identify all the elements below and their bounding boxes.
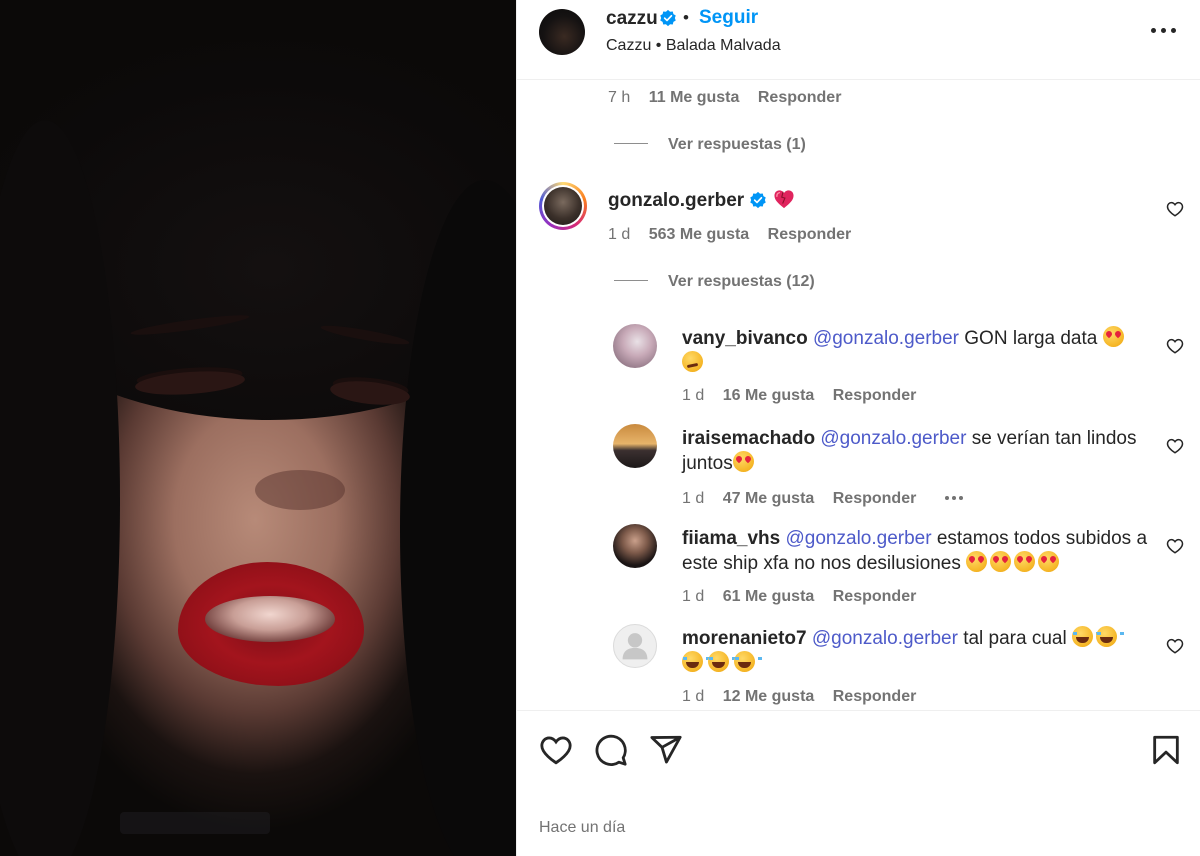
comment-body: gonzalo.gerber	[608, 188, 1078, 213]
reply-body: vany_bivanco @gonzalo.gerber GON larga d…	[682, 326, 1152, 376]
comment-time: 7 h	[608, 89, 631, 106]
view-replies-button[interactable]: Ver respuestas (1)	[614, 136, 806, 154]
post-panel: cazzu • Seguir Cazzu • Balada Malvada 7 …	[516, 0, 1200, 856]
heart-eyes-emoji-icon	[966, 551, 988, 572]
reply-text: GON larga data	[964, 328, 1098, 349]
heart-emoji-icon	[774, 190, 794, 209]
divider-line	[614, 143, 648, 144]
reply-likes[interactable]: 12 Me gusta	[723, 688, 815, 705]
post-media-image[interactable]	[0, 0, 516, 856]
reply-meta: 1 d 47 Me gusta Responder	[682, 487, 977, 508]
reply-likes[interactable]: 16 Me gusta	[723, 387, 815, 404]
like-comment-heart-icon[interactable]	[1166, 637, 1184, 655]
like-comment-heart-icon[interactable]	[1166, 437, 1184, 455]
tears-of-joy-emoji-icon	[1096, 626, 1124, 647]
reply-avatar[interactable]	[613, 424, 657, 468]
reply-meta: 1 d 12 Me gusta Responder	[682, 688, 930, 706]
heart-eyes-emoji-icon	[1102, 326, 1124, 347]
reply-button[interactable]: Responder	[833, 688, 917, 705]
reply-body: morenanieto7 @gonzalo.gerber tal para cu…	[682, 626, 1152, 676]
reply-mention[interactable]: @gonzalo.gerber	[813, 328, 959, 349]
comment-username[interactable]: gonzalo.gerber	[608, 190, 744, 211]
follow-button[interactable]: Seguir	[699, 7, 758, 29]
share-paper-plane-icon[interactable]	[649, 733, 683, 767]
view-replies-button[interactable]: Ver respuestas (12)	[614, 273, 815, 291]
reply-avatar[interactable]	[613, 324, 657, 368]
heart-eyes-emoji-icon	[990, 551, 1012, 572]
reply-mention[interactable]: @gonzalo.gerber	[786, 528, 932, 549]
view-replies-label: Ver respuestas (12)	[668, 273, 815, 290]
reply-meta: 1 d 61 Me gusta Responder	[682, 588, 930, 606]
reply-button[interactable]: Responder	[833, 588, 917, 605]
reply-more-options-icon[interactable]	[944, 487, 963, 505]
like-comment-heart-icon[interactable]	[1166, 200, 1184, 218]
reply-avatar-default-user-icon[interactable]	[613, 624, 657, 668]
comment-meta: 7 h 11 Me gusta Responder	[608, 89, 855, 107]
reply-body: iraisemachado @gonzalo.gerber se verían …	[682, 426, 1152, 476]
reply-body: fiiama_vhs @gonzalo.gerber estamos todos…	[682, 526, 1152, 576]
author-avatar[interactable]	[539, 9, 585, 55]
reply-button[interactable]: Responder	[768, 226, 852, 243]
smirk-emoji-icon	[682, 351, 703, 372]
like-comment-heart-icon[interactable]	[1166, 337, 1184, 355]
tears-of-joy-emoji-icon	[708, 651, 736, 672]
verified-badge-icon	[750, 191, 767, 209]
post-actions-footer: Hace un día	[517, 710, 1200, 856]
reply-button[interactable]: Responder	[833, 490, 917, 507]
reply-username[interactable]: iraisemachado	[682, 428, 815, 449]
header-separator: •	[683, 8, 689, 27]
comment-bubble-icon[interactable]	[594, 733, 628, 767]
reply-likes[interactable]: 47 Me gusta	[723, 490, 815, 507]
audio-subtitle[interactable]: Cazzu • Balada Malvada	[606, 37, 781, 55]
divider-line	[614, 280, 648, 281]
default-user-icon	[622, 633, 648, 660]
media-neck-tattoo	[120, 812, 270, 834]
comment-likes[interactable]: 11 Me gusta	[649, 89, 740, 106]
reply-mention[interactable]: @gonzalo.gerber	[820, 428, 966, 449]
media-mouth	[205, 596, 335, 642]
reply-time: 1 d	[682, 387, 705, 404]
reply-text: tal para cual	[963, 628, 1067, 649]
tears-of-joy-emoji-icon	[734, 651, 762, 672]
reply-username[interactable]: vany_bivanco	[682, 328, 808, 349]
verified-badge-icon	[660, 9, 676, 27]
reply-mention[interactable]: @gonzalo.gerber	[812, 628, 958, 649]
comment-avatar-story-ring[interactable]	[539, 182, 587, 230]
view-replies-label: Ver respuestas (1)	[668, 136, 806, 153]
reply-username[interactable]: morenanieto7	[682, 628, 807, 649]
reply-button[interactable]: Responder	[833, 387, 917, 404]
save-bookmark-icon[interactable]	[1149, 733, 1183, 767]
media-nose	[255, 470, 345, 510]
comment-meta: 1 d 563 Me gusta Responder	[608, 226, 865, 244]
heart-eyes-emoji-icon	[732, 451, 754, 472]
reply-likes[interactable]: 61 Me gusta	[723, 588, 815, 605]
tears-of-joy-emoji-icon	[682, 651, 710, 672]
post-header: cazzu • Seguir Cazzu • Balada Malvada	[517, 0, 1200, 80]
comment-avatar	[544, 187, 582, 225]
reply-time: 1 d	[682, 490, 705, 507]
reply-username[interactable]: fiiama_vhs	[682, 528, 780, 549]
post-timestamp[interactable]: Hace un día	[539, 819, 625, 837]
reply-time: 1 d	[682, 688, 705, 705]
tears-of-joy-emoji-icon	[1072, 626, 1100, 647]
reply-meta: 1 d 16 Me gusta Responder	[682, 387, 930, 405]
comment-time: 1 d	[608, 226, 631, 243]
reply-button[interactable]: Responder	[758, 89, 842, 106]
author-username[interactable]: cazzu	[606, 8, 658, 30]
heart-eyes-emoji-icon	[1014, 551, 1036, 572]
heart-eyes-emoji-icon	[1038, 551, 1060, 572]
like-comment-heart-icon[interactable]	[1166, 537, 1184, 555]
comments-list[interactable]: 7 h 11 Me gusta Responder Ver respuestas…	[517, 80, 1200, 710]
more-options-icon[interactable]	[1149, 20, 1179, 40]
reply-time: 1 d	[682, 588, 705, 605]
comment-likes[interactable]: 563 Me gusta	[649, 226, 749, 243]
reply-avatar[interactable]	[613, 524, 657, 568]
like-heart-icon[interactable]	[539, 733, 573, 767]
